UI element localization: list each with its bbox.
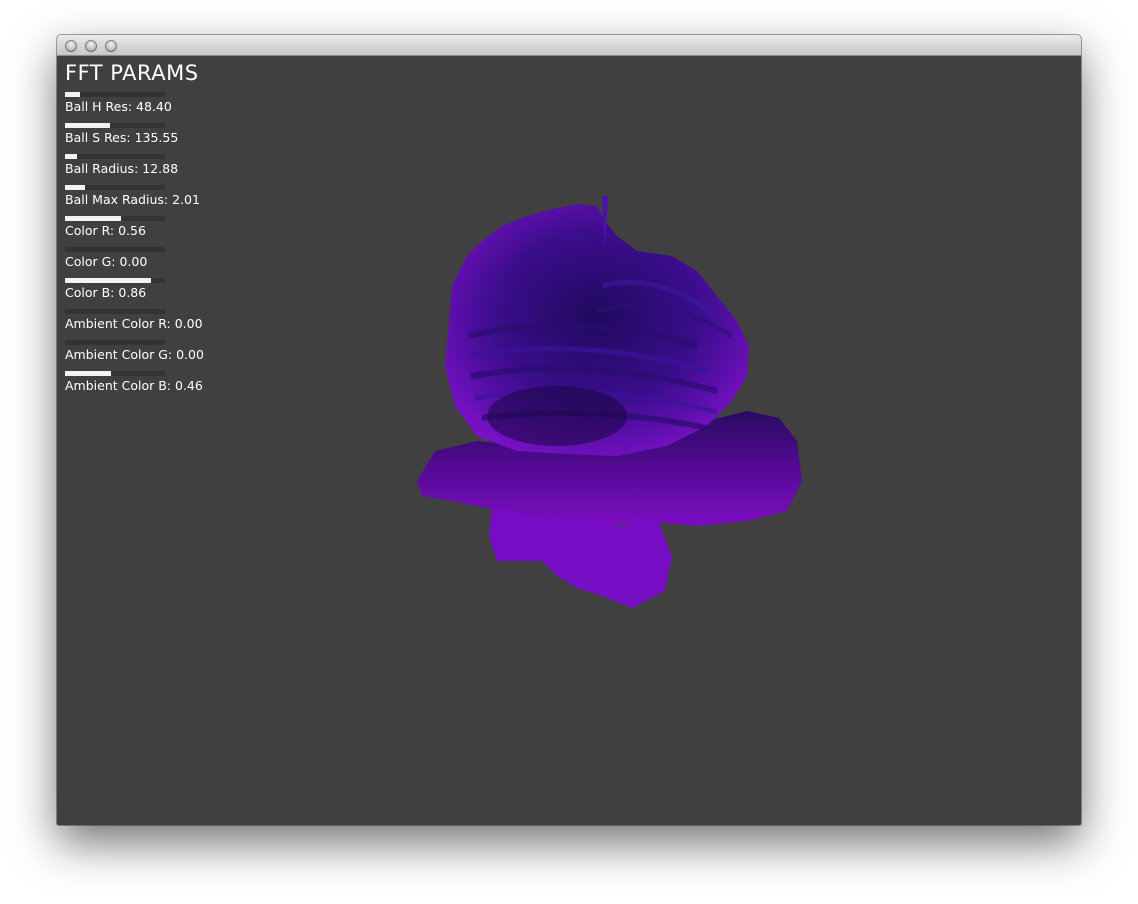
slider-row[interactable]: Ambient Color R: 0.00 bbox=[65, 309, 265, 340]
fft-params-panel: FFT PARAMS Ball H Res: 48.40 Ball S Res: … bbox=[65, 60, 265, 402]
slider-row[interactable]: Ball S Res: 135.55 bbox=[65, 123, 265, 154]
slider-label: Ambient Color G: 0.00 bbox=[65, 347, 204, 362]
slider-fill bbox=[65, 216, 121, 221]
slider-track[interactable] bbox=[65, 185, 165, 190]
slider-label: Color G: 0.00 bbox=[65, 254, 148, 269]
slider-track[interactable] bbox=[65, 216, 165, 221]
slider-label: Ball S Res: 135.55 bbox=[65, 130, 179, 145]
minimize-button[interactable] bbox=[85, 40, 97, 52]
slider-track[interactable] bbox=[65, 371, 165, 376]
slider-row[interactable]: Ambient Color B: 0.46 bbox=[65, 371, 265, 402]
slider-row[interactable]: Color R: 0.56 bbox=[65, 216, 265, 247]
slider-track[interactable] bbox=[65, 309, 165, 314]
slider-label: Ball Radius: 12.88 bbox=[65, 161, 179, 176]
slider-fill bbox=[65, 371, 111, 376]
slider-track[interactable] bbox=[65, 340, 165, 345]
title-bar bbox=[57, 35, 1081, 56]
slider-label: Color R: 0.56 bbox=[65, 223, 146, 238]
slider-fill bbox=[65, 123, 110, 128]
panel-title: FFT PARAMS bbox=[65, 61, 199, 85]
render-viewport[interactable]: FFT PARAMS Ball H Res: 48.40 Ball S Res: … bbox=[57, 56, 1081, 825]
slider-label: Ambient Color R: 0.00 bbox=[65, 316, 203, 331]
app-window: FFT PARAMS Ball H Res: 48.40 Ball S Res: … bbox=[57, 35, 1081, 825]
slider-fill bbox=[65, 185, 85, 190]
slider-fill bbox=[65, 278, 151, 283]
slider-row[interactable]: Ball H Res: 48.40 bbox=[65, 92, 265, 123]
slider-list: Ball H Res: 48.40 Ball S Res: 135.55 Ball … bbox=[65, 92, 265, 402]
slider-row[interactable]: Ball Radius: 12.88 bbox=[65, 154, 265, 185]
slider-track[interactable] bbox=[65, 154, 165, 159]
slider-label: Ball H Res: 48.40 bbox=[65, 99, 172, 114]
slider-label: Ambient Color B: 0.46 bbox=[65, 378, 203, 393]
slider-fill bbox=[65, 92, 80, 97]
close-button[interactable] bbox=[65, 40, 77, 52]
slider-label: Ball Max Radius: 2.01 bbox=[65, 192, 200, 207]
slider-track[interactable] bbox=[65, 247, 165, 252]
slider-label: Color B: 0.86 bbox=[65, 285, 147, 300]
slider-row[interactable]: Ball Max Radius: 2.01 bbox=[65, 185, 265, 216]
slider-track[interactable] bbox=[65, 123, 165, 128]
slider-row[interactable]: Color G: 0.00 bbox=[65, 247, 265, 278]
slider-row[interactable]: Ambient Color G: 0.00 bbox=[65, 340, 265, 371]
slider-fill bbox=[65, 154, 77, 159]
slider-track[interactable] bbox=[65, 92, 165, 97]
maximize-button[interactable] bbox=[105, 40, 117, 52]
slider-row[interactable]: Color B: 0.86 bbox=[65, 278, 265, 309]
slider-track[interactable] bbox=[65, 278, 165, 283]
